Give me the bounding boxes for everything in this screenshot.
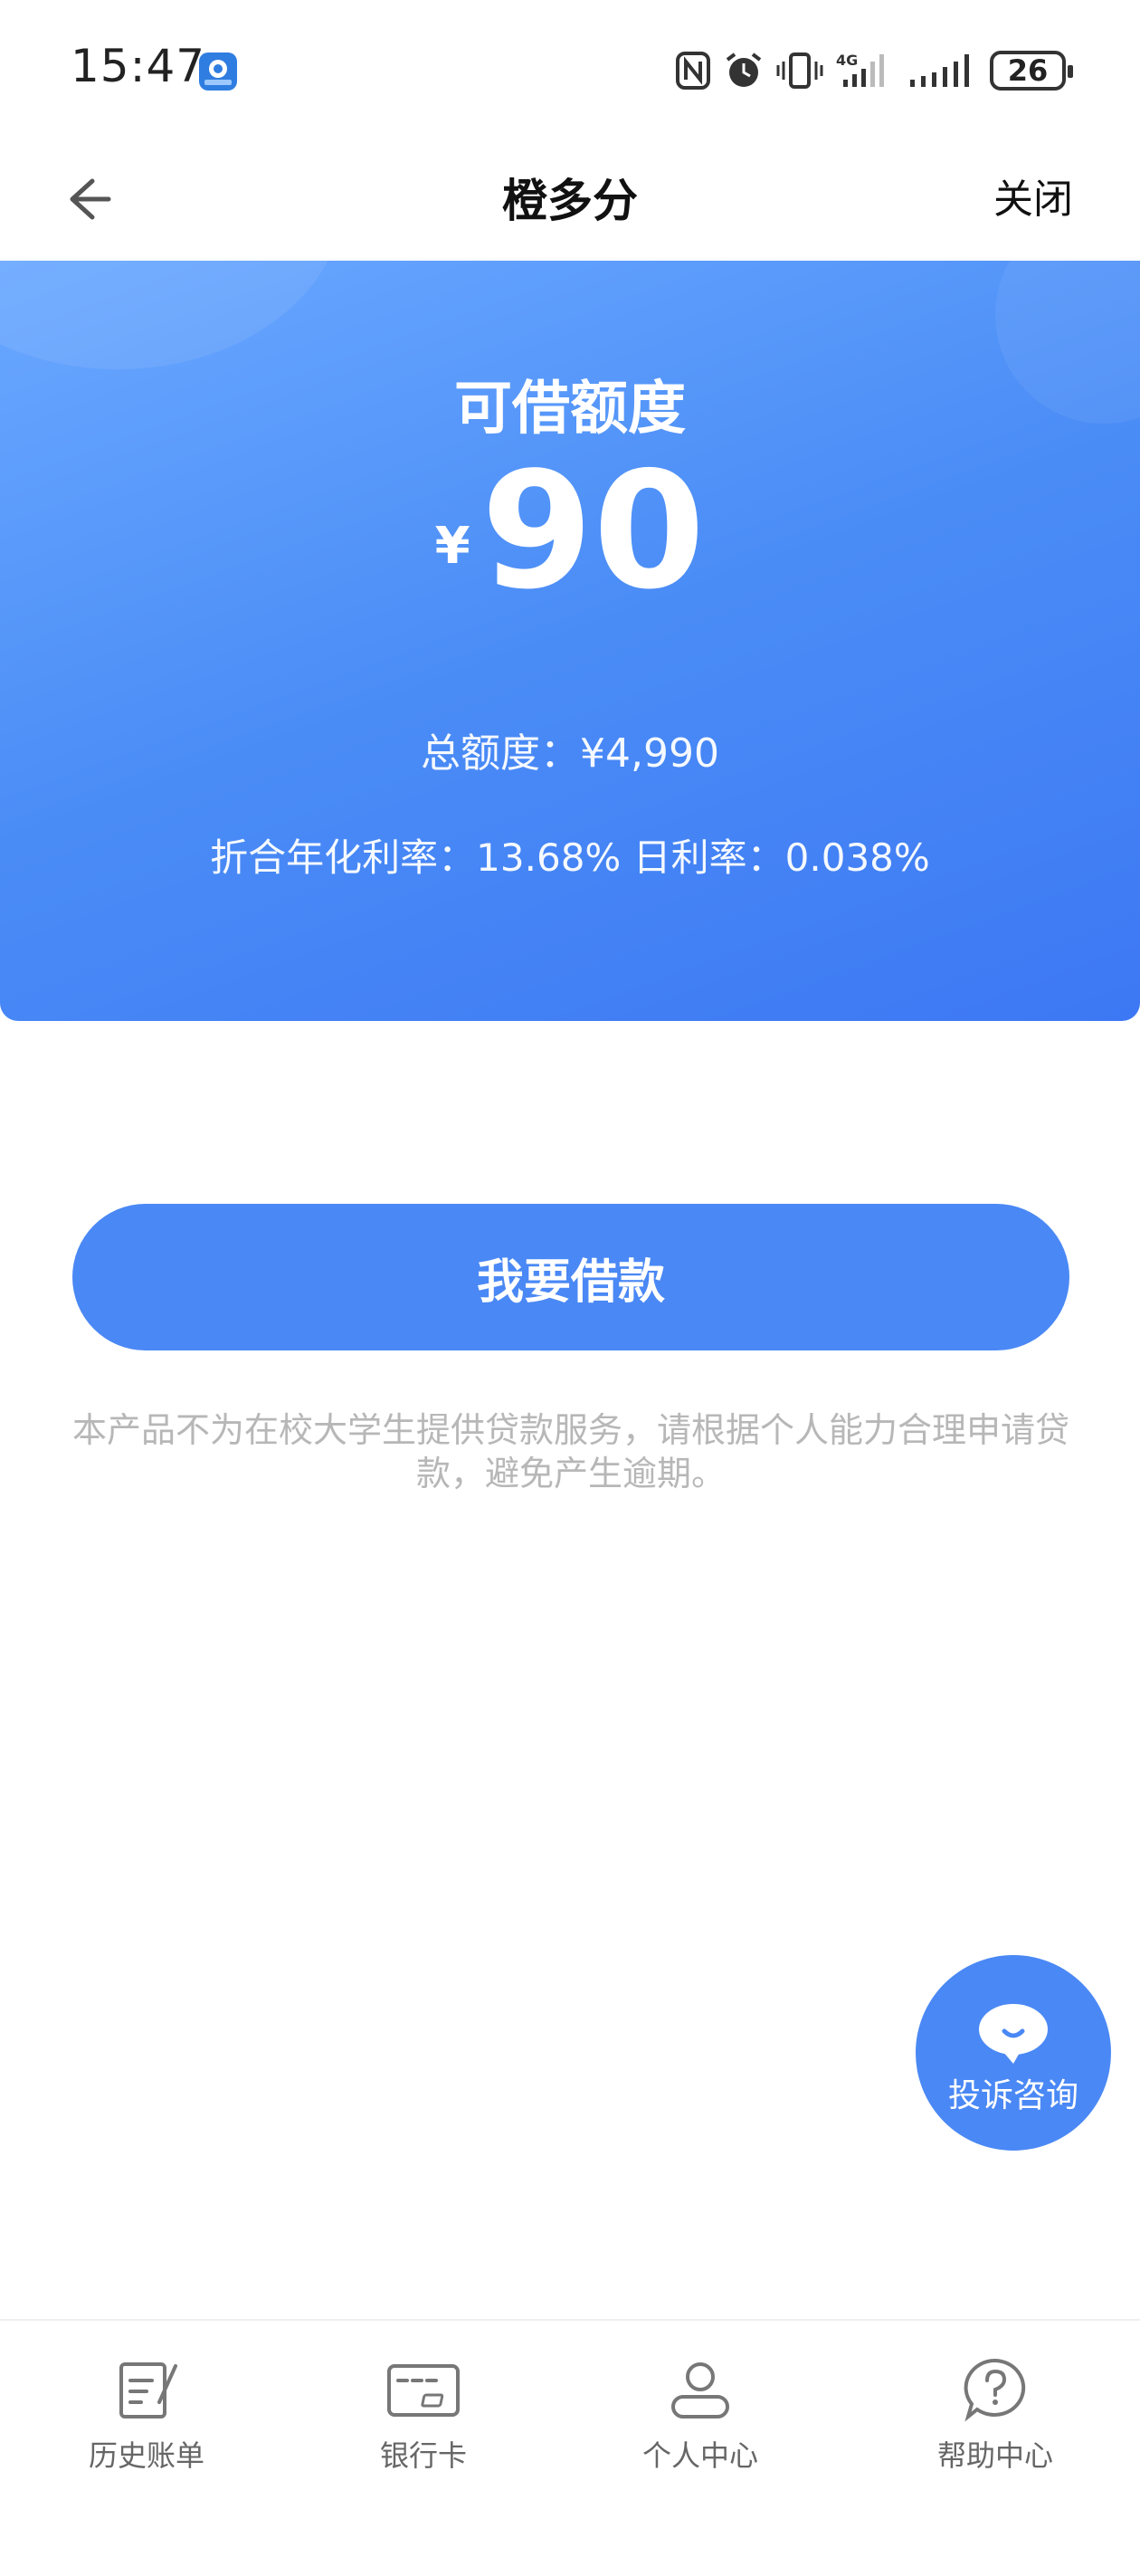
tab-history-bill[interactable]: 历史账单 <box>11 2357 282 2475</box>
signal-4g-icon: 4G <box>836 52 884 87</box>
signal-icon <box>910 54 969 87</box>
help-icon <box>964 2358 1026 2422</box>
status-bar: 15:47 4G 26 <box>0 0 1140 136</box>
bank-card-icon <box>387 2364 460 2417</box>
borrow-button[interactable]: 我要借款 <box>72 1204 1069 1350</box>
complaint-label: 投诉咨询 <box>947 2077 1078 2114</box>
nav-bar: 橙多分 关闭 <box>0 136 1140 261</box>
amount-value: 90 <box>480 437 706 625</box>
alarm-icon <box>726 52 762 87</box>
available-limit-label: 可借额度 <box>454 376 686 443</box>
currency-symbol: ¥ <box>434 517 470 576</box>
status-icons: 4G 26 <box>675 47 1073 94</box>
bottom-tab-bar: 历史账单 银行卡 个人中心 帮助中心 <box>0 2319 1140 2576</box>
total-quota: 总额度：¥4,990 <box>421 730 719 777</box>
tab-label: 历史账单 <box>88 2438 204 2473</box>
decorative-circle <box>0 261 344 369</box>
battery-level: 26 <box>1007 53 1049 88</box>
vibrate-icon <box>776 52 823 89</box>
available-amount: ¥ 90 <box>0 451 1140 612</box>
nfc-icon <box>676 52 710 90</box>
chat-bubble-icon <box>979 2004 1048 2064</box>
bill-icon <box>119 2362 177 2419</box>
tab-label: 银行卡 <box>379 2438 467 2473</box>
user-icon <box>671 2362 729 2419</box>
interest-rate: 折合年化利率：13.68% 日利率：0.038% <box>210 835 930 880</box>
app-notification-icon <box>199 52 237 91</box>
battery-icon: 26 <box>990 51 1073 91</box>
svg-text:4G: 4G <box>836 52 858 69</box>
tab-help-center[interactable]: 帮助中心 <box>860 2357 1131 2475</box>
tab-personal-center[interactable]: 个人中心 <box>565 2357 836 2475</box>
tab-bank-card[interactable]: 银行卡 <box>288 2357 559 2475</box>
disclaimer-text: 本产品不为在校大学生提供贷款服务，请根据个人能力合理申请贷款，避免产生逾期。 <box>72 1410 1070 1493</box>
tab-label: 个人中心 <box>641 2438 758 2473</box>
credit-limit-card: 可借额度 ¥ 90 总额度：¥4,990 折合年化利率：13.68% 日利率：0… <box>0 261 1140 1021</box>
complaint-consult-button[interactable]: 投诉咨询 <box>916 1955 1111 2151</box>
page-title: 橙多分 <box>502 175 638 227</box>
tab-label: 帮助中心 <box>936 2438 1053 2473</box>
status-time: 15:47 <box>71 40 206 92</box>
close-button[interactable]: 关闭 <box>993 167 1073 224</box>
